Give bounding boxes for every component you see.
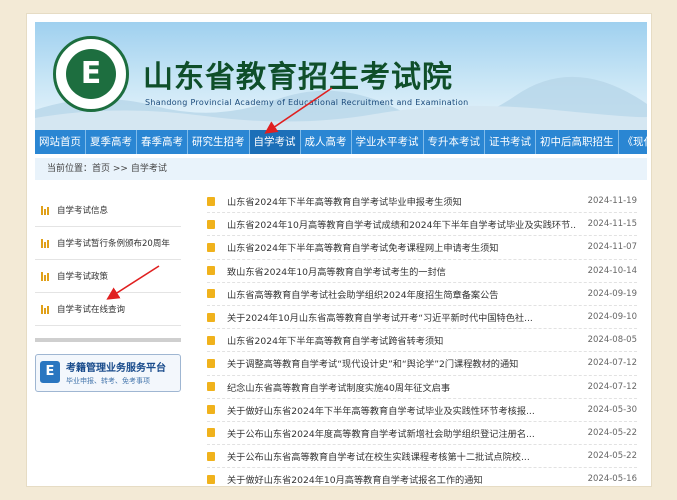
news-date: 2024-11-15: [587, 219, 637, 230]
breadcrumb: 当前位置：首页 >> 自学考试: [35, 158, 647, 180]
news-title[interactable]: 关于2024年10月山东省高等教育自学考试开考“习近平新时代中国特色社...: [227, 310, 577, 324]
nav-item-certificate-exam[interactable]: 证书考试: [485, 130, 536, 154]
news-title[interactable]: 关于做好山东省2024年10月高等教育自学考试报名工作的通知: [227, 472, 577, 486]
news-list: 山东省2024年下半年高等教育自学考试毕业申报考生须知 2024-11-19 山东…: [207, 190, 637, 486]
sidebar-item-policy[interactable]: 自学考试政策: [35, 260, 181, 293]
document-icon: [207, 405, 215, 415]
news-date: 2024-08-05: [587, 335, 637, 346]
academy-emblem-icon[interactable]: E: [53, 36, 129, 112]
platform-title: 考籍管理业务服务平台: [66, 363, 166, 374]
news-date: 2024-11-19: [587, 196, 637, 207]
list-item[interactable]: 关于做好山东省2024年下半年高等教育自学考试毕业及实践性环节考核报... 202…: [207, 399, 637, 422]
sidebar-item-info[interactable]: 自学考试信息: [35, 194, 181, 227]
nav-item-vocational-enrollment[interactable]: 初中后高职招生: [536, 130, 619, 154]
document-icon: [207, 312, 215, 322]
news-date: 2024-09-19: [587, 288, 637, 299]
site-subtitle: Shandong Provincial Academy of Education…: [145, 98, 469, 107]
news-title[interactable]: 山东省高等教育自学考试社会助学组织2024年度招生简章备案公告: [227, 287, 577, 301]
nav-item-summer-exam[interactable]: 夏季高考: [86, 130, 137, 154]
document-icon: [207, 266, 215, 276]
news-date: 2024-05-30: [587, 404, 637, 415]
list-item[interactable]: 山东省2024年下半年高等教育自学考试免考课程网上申请考生须知 2024-11-0…: [207, 236, 637, 260]
news-date: 2024-07-12: [587, 381, 637, 392]
bar-chart-icon: [41, 205, 49, 215]
document-icon: [207, 196, 215, 206]
list-item[interactable]: 山东省2024年下半年高等教育自学考试跨省转考须知 2024-08-05: [207, 329, 637, 353]
news-title[interactable]: 山东省2024年10月高等教育自学考试成绩和2024年下半年自学考试毕业及实践环…: [227, 217, 577, 231]
document-icon: [207, 451, 215, 461]
bar-chart-icon: [41, 238, 49, 248]
nav-item-modern-education[interactable]: 《现代教育》: [619, 130, 652, 154]
platform-subtitle: 毕业申报、转考、免考事项: [66, 377, 150, 385]
breadcrumb-home-link[interactable]: 首页: [92, 164, 110, 174]
news-date: 2024-05-22: [587, 451, 637, 462]
sidebar: 自学考试信息 自学考试暂行条例颁布20周年 自学考试政策 自学考试在线查询 E …: [35, 194, 181, 392]
sidebar-item-anniversary[interactable]: 自学考试暂行条例颁布20周年: [35, 227, 181, 260]
sidebar-item-label: 自学考试在线查询: [57, 305, 126, 315]
list-item[interactable]: 山东省2024年10月高等教育自学考试成绩和2024年下半年自学考试毕业及实践环…: [207, 213, 637, 237]
news-date: 2024-11-07: [587, 242, 637, 253]
list-item[interactable]: 致山东省2024年10月高等教育自学考试考生的一封信 2024-10-14: [207, 260, 637, 283]
nav-item-upgrade-exam[interactable]: 专升本考试: [424, 130, 485, 154]
list-item[interactable]: 关于公布山东省2024年度高等教育自学考试新增社会助学组织登记注册名... 202…: [207, 422, 637, 446]
sidebar-item-label: 自学考试政策: [57, 272, 109, 282]
news-date: 2024-05-22: [587, 427, 637, 438]
document-icon: [207, 474, 215, 484]
breadcrumb-prefix: 当前位置：: [47, 164, 93, 174]
nav-item-home[interactable]: 网站首页: [35, 130, 86, 154]
news-title[interactable]: 纪念山东省高等教育自学考试制度实施40周年征文启事: [227, 380, 577, 394]
list-item[interactable]: 山东省高等教育自学考试社会助学组织2024年度招生简章备案公告 2024-09-1…: [207, 283, 637, 306]
list-item[interactable]: 纪念山东省高等教育自学考试制度实施40周年征文启事 2024-07-12: [207, 376, 637, 399]
news-date: 2024-05-16: [587, 474, 637, 485]
document-icon: [207, 219, 215, 229]
main-nav: 网站首页 夏季高考 春季高考 研究生招考 自学考试 成人高考 学业水平考试 专升…: [35, 130, 651, 154]
header-banner: E 山东省教育招生考试院 Shandong Provincial Academy…: [35, 22, 647, 130]
news-title[interactable]: 关于做好山东省2024年下半年高等教育自学考试毕业及实践性环节考核报...: [227, 403, 577, 417]
breadcrumb-current[interactable]: 自学考试: [131, 164, 167, 174]
document-icon: [207, 289, 215, 299]
news-date: 2024-07-12: [587, 358, 637, 369]
page-frame: E 山东省教育招生考试院 Shandong Provincial Academy…: [27, 14, 651, 486]
nav-item-adult-exam[interactable]: 成人高考: [301, 130, 352, 154]
registration-platform-banner[interactable]: E 考籍管理业务服务平台 毕业申报、转考、免考事项: [35, 354, 181, 392]
sidebar-item-label: 自学考试暂行条例颁布20周年: [57, 239, 170, 249]
breadcrumb-separator: >>: [110, 164, 131, 174]
news-title[interactable]: 关于公布山东省2024年度高等教育自学考试新增社会助学组织登记注册名...: [227, 426, 577, 440]
document-icon: [207, 428, 215, 438]
site-title[interactable]: 山东省教育招生考试院: [143, 52, 453, 96]
sidebar-divider: [35, 338, 181, 342]
news-date: 2024-09-10: [587, 312, 637, 323]
sidebar-item-label: 自学考试信息: [57, 206, 109, 216]
document-icon: [207, 335, 215, 345]
list-item[interactable]: 关于2024年10月山东省高等教育自学考试开考“习近平新时代中国特色社... 20…: [207, 306, 637, 330]
news-title[interactable]: 关于调整高等教育自学考试“现代设计史”和“舆论学”2门课程教材的通知: [227, 356, 577, 370]
document-icon: [207, 242, 215, 252]
list-item[interactable]: 关于调整高等教育自学考试“现代设计史”和“舆论学”2门课程教材的通知 2024-0…: [207, 352, 637, 376]
bar-chart-icon: [41, 271, 49, 281]
news-title[interactable]: 山东省2024年下半年高等教育自学考试跨省转考须知: [227, 333, 577, 347]
nav-item-spring-exam[interactable]: 春季高考: [137, 130, 188, 154]
nav-item-proficiency-exam[interactable]: 学业水平考试: [352, 130, 424, 154]
sidebar-item-online-query[interactable]: 自学考试在线查询: [35, 293, 181, 326]
nav-item-self-study-exam[interactable]: 自学考试: [249, 130, 301, 154]
bar-chart-icon: [41, 304, 49, 314]
document-icon: [207, 382, 215, 392]
news-title[interactable]: 致山东省2024年10月高等教育自学考试考生的一封信: [227, 264, 577, 278]
news-title[interactable]: 山东省2024年下半年高等教育自学考试毕业申报考生须知: [227, 194, 577, 208]
document-icon: [207, 358, 215, 368]
news-date: 2024-10-14: [587, 265, 637, 276]
list-item[interactable]: 关于做好山东省2024年10月高等教育自学考试报名工作的通知 2024-05-16: [207, 468, 637, 486]
nav-item-graduate-exam[interactable]: 研究生招考: [188, 130, 250, 154]
platform-logo-icon: E: [40, 361, 60, 383]
news-title[interactable]: 关于公布山东省高等教育自学考试在校生实践课程考核第十二批试点院校...: [227, 449, 577, 463]
news-title[interactable]: 山东省2024年下半年高等教育自学考试免考课程网上申请考生须知: [227, 240, 577, 254]
list-item[interactable]: 山东省2024年下半年高等教育自学考试毕业申报考生须知 2024-11-19: [207, 190, 637, 214]
list-item[interactable]: 关于公布山东省高等教育自学考试在校生实践课程考核第十二批试点院校... 2024-…: [207, 445, 637, 469]
